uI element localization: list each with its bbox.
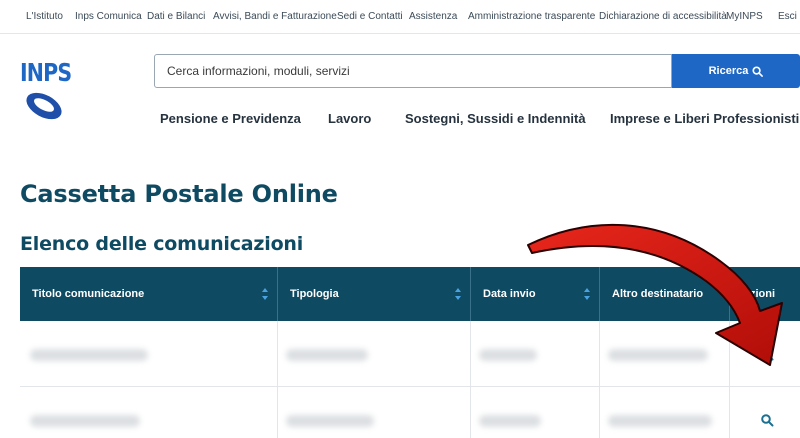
nav-item-lavoro[interactable]: Lavoro: [328, 111, 371, 126]
topbar-link-amministrazione[interactable]: Amministrazione trasparente: [468, 11, 595, 22]
table-cell: [730, 321, 800, 386]
topbar-link-sedi[interactable]: Sedi e Contatti: [337, 11, 403, 22]
top-utility-bar: L'Istituto Inps Comunica Dati e Bilanci …: [0, 0, 800, 34]
search-button[interactable]: Ricerca: [672, 54, 800, 88]
page-title: Cassetta Postale Online: [20, 180, 338, 208]
table-cell: [278, 387, 471, 438]
column-header-label: Titolo comunicazione: [32, 288, 145, 300]
logo-text: INPS: [20, 58, 72, 87]
search-icon[interactable]: [760, 413, 774, 427]
redacted-text: [608, 415, 712, 427]
nav-item-imprese[interactable]: Imprese e Liberi Professionisti: [610, 111, 799, 126]
redacted-text: [286, 349, 368, 361]
column-header-label: Altro destinatario: [612, 288, 704, 300]
sort-icon[interactable]: [261, 287, 269, 301]
table-cell: [20, 387, 278, 438]
redacted-text: [286, 415, 374, 427]
column-header-altro-destinatario[interactable]: Altro destinatario: [600, 267, 730, 321]
column-header-data-invio[interactable]: Data invio: [471, 267, 600, 321]
redacted-text: [608, 349, 708, 361]
table-cell: [20, 321, 278, 386]
column-header-titolo[interactable]: Titolo comunicazione: [20, 267, 278, 321]
table-header: Titolo comunicazione Tipologia Data invi…: [20, 267, 800, 321]
search-icon: [752, 65, 764, 77]
nav-item-pensione[interactable]: Pensione e Previdenza: [160, 111, 301, 126]
column-header-label: Azioni: [742, 288, 775, 300]
column-header-azioni: Azioni: [730, 267, 800, 321]
table-row: [20, 387, 800, 438]
section-title: Elenco delle comunicazioni: [20, 233, 304, 255]
topbar-link-esci[interactable]: Esci: [778, 11, 797, 22]
redacted-text: [479, 415, 541, 427]
search-button-label: Ricerca: [708, 65, 749, 77]
redacted-text: [30, 349, 148, 361]
column-header-label: Data invio: [483, 288, 536, 300]
redacted-text: [479, 349, 537, 361]
topbar-link-istituto[interactable]: L'Istituto: [26, 11, 63, 22]
topbar-link-dati-bilanci[interactable]: Dati e Bilanci: [147, 11, 205, 22]
sort-icon[interactable]: [454, 287, 462, 301]
table-cell: [600, 321, 730, 386]
topbar-link-inps-comunica[interactable]: Inps Comunica: [75, 11, 142, 22]
table-cell: [278, 321, 471, 386]
topbar-link-accessibilita[interactable]: Dichiarazione di accessibilità: [599, 11, 727, 22]
table-cell: [730, 387, 800, 438]
topbar-link-avvisi[interactable]: Avvisi, Bandi e Fatturazione: [213, 11, 337, 22]
communications-table: Titolo comunicazione Tipologia Data invi…: [20, 267, 800, 438]
sort-icon[interactable]: [583, 287, 591, 301]
search-input[interactable]: [154, 54, 672, 88]
nav-item-sostegni[interactable]: Sostegni, Sussidi e Indennità: [405, 111, 586, 126]
main-nav: Pensione e Previdenza Lavoro Sostegni, S…: [0, 111, 800, 129]
column-header-label: Tipologia: [290, 288, 339, 300]
table-row: [20, 321, 800, 387]
search-icon[interactable]: [760, 347, 774, 361]
topbar-link-myinps[interactable]: MyINPS: [726, 11, 763, 22]
table-cell: [600, 387, 730, 438]
redacted-text: [30, 415, 140, 427]
topbar-link-assistenza[interactable]: Assistenza: [409, 11, 457, 22]
table-cell: [471, 321, 600, 386]
column-header-tipologia[interactable]: Tipologia: [278, 267, 471, 321]
table-cell: [471, 387, 600, 438]
